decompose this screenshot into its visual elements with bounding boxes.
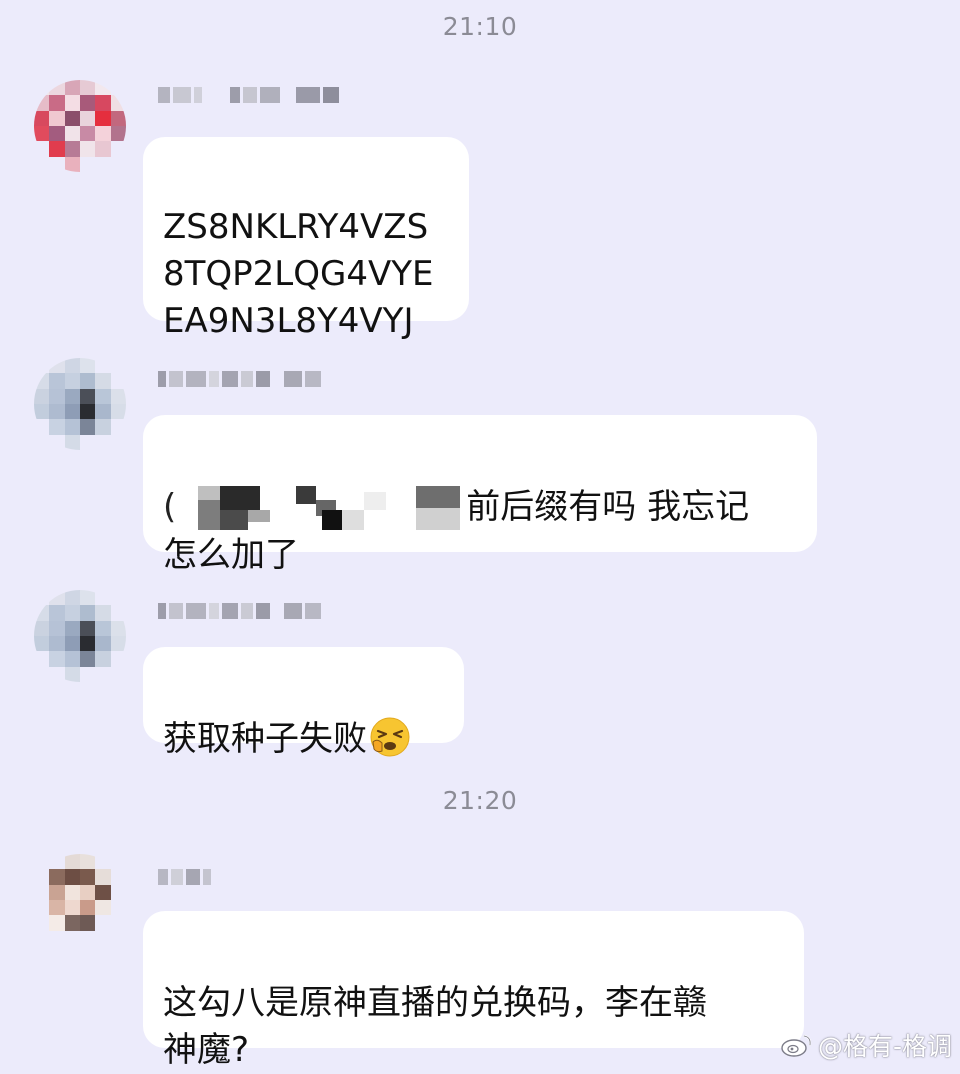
redacted-text-mosaic — [176, 485, 466, 532]
weibo-icon — [781, 1035, 812, 1057]
tired-face-emoji — [370, 717, 410, 757]
message-prefix: ( — [163, 487, 177, 527]
message-bubble[interactable]: 获取种子失败 — [143, 647, 464, 759]
avatar[interactable] — [34, 80, 126, 172]
timestamp: 21:10 — [442, 12, 518, 41]
message-text: 获取种子失败 — [163, 719, 367, 759]
message-text: 这勾八是原神直播的兑换码，李在赣 神魔? — [163, 983, 707, 1070]
message-bubble[interactable]: ( 前后缀有吗 我忘记 怎么加了 — [143, 415, 817, 575]
avatar[interactable] — [34, 590, 126, 682]
message-text: ZS8NKLRY4VZS 8TQP2LQG4VYE EA9N3L8Y4VYJ — [163, 207, 434, 341]
chat-area[interactable]: 21:10 ZS8NKLRY4VZS 8TQP2LQG4VYE EA9N3L8Y… — [0, 0, 960, 1071]
message-bubble[interactable]: 这勾八是原神直播的兑换码，李在赣 神魔? — [143, 911, 804, 1070]
sender-name-redacted — [158, 600, 321, 622]
avatar[interactable] — [34, 854, 126, 946]
timestamp: 21:20 — [442, 786, 518, 815]
watermark: @格有-格调 — [780, 1027, 952, 1063]
message-bubble[interactable]: ZS8NKLRY4VZS 8TQP2LQG4VYE EA9N3L8Y4VYJ — [143, 137, 469, 341]
sender-name-redacted — [158, 368, 321, 390]
avatar[interactable] — [34, 358, 126, 450]
sender-name-redacted — [158, 866, 211, 888]
watermark-text: @格有-格调 — [817, 1032, 952, 1061]
sender-name-redacted — [158, 84, 339, 106]
